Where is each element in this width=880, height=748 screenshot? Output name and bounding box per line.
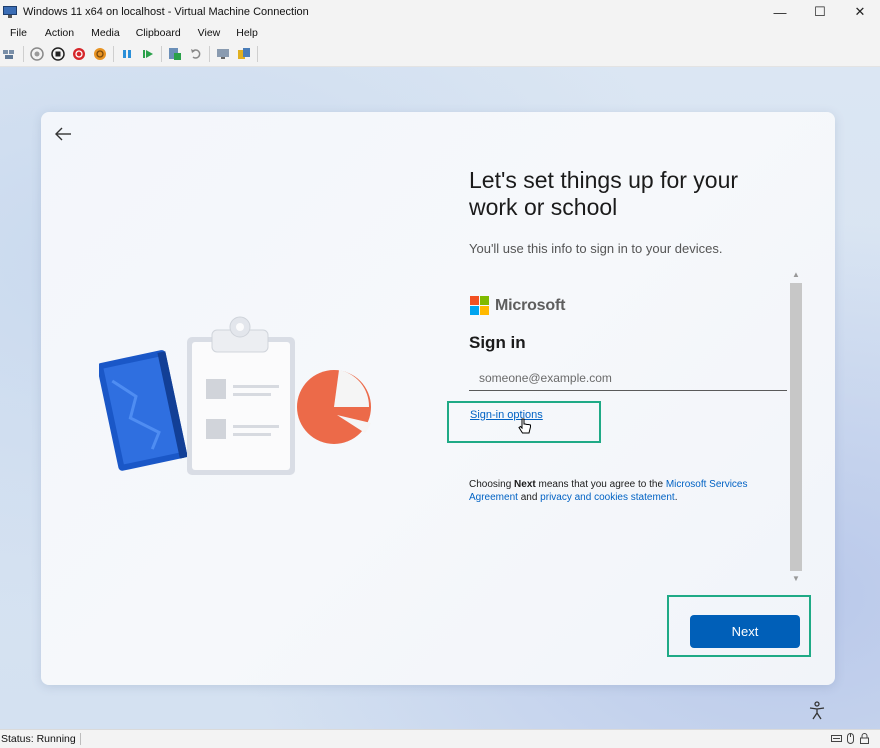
next-button[interactable]: Next	[690, 615, 800, 648]
legal-bold: Next	[514, 479, 536, 490]
legal-and: and	[517, 492, 541, 503]
menu-help[interactable]: Help	[236, 27, 258, 39]
scroll-up-icon[interactable]: ▲	[789, 269, 803, 281]
page-subtitle: You'll use this info to sign in to your …	[469, 241, 723, 256]
maximize-button[interactable]: ☐	[800, 0, 840, 24]
turn-off-icon[interactable]	[50, 46, 66, 62]
setup-illustration	[97, 315, 379, 475]
legal-middle: means that you agree to the	[535, 479, 666, 490]
scrollbar[interactable]: ▲ ▼	[789, 269, 803, 585]
hand-cursor-icon	[518, 418, 532, 436]
legal-text: Choosing Next means that you agree to th…	[469, 478, 779, 504]
enhanced-session-icon[interactable]	[215, 46, 231, 62]
resume-icon[interactable]	[140, 46, 156, 62]
menu-bar: File Action Media Clipboard View Help	[0, 24, 880, 42]
menu-view[interactable]: View	[198, 27, 221, 39]
share-icon[interactable]	[236, 46, 252, 62]
toolbar-separator	[23, 46, 24, 62]
vm-display[interactable]: Let's set things up for your work or sch…	[0, 67, 880, 729]
toolbar-separator	[161, 46, 162, 62]
microsoft-brand-text: Microsoft	[495, 297, 566, 314]
checkpoint-icon[interactable]	[167, 46, 183, 62]
keyboard-icon	[831, 733, 842, 744]
microsoft-logo: Microsoft	[470, 296, 565, 316]
shut-down-icon[interactable]	[71, 46, 87, 62]
pause-icon[interactable]	[119, 46, 135, 62]
save-icon[interactable]	[92, 46, 108, 62]
menu-action[interactable]: Action	[45, 27, 74, 39]
minimize-button[interactable]: —	[760, 0, 800, 24]
scroll-down-icon[interactable]: ▼	[789, 573, 803, 585]
back-arrow-icon[interactable]	[53, 124, 73, 144]
oobe-card: Let's set things up for your work or sch…	[41, 112, 835, 685]
close-button[interactable]: ✕	[840, 0, 880, 24]
legal-prefix: Choosing	[469, 479, 515, 490]
window-title: Windows 11 x64 on localhost - Virtual Ma…	[23, 6, 309, 18]
revert-icon[interactable]	[188, 46, 204, 62]
ctrl-alt-del-icon[interactable]	[2, 46, 18, 62]
email-field[interactable]	[469, 365, 787, 391]
menu-file[interactable]: File	[10, 27, 27, 39]
vm-connection-icon	[3, 6, 17, 18]
status-bar: Status: Running	[0, 729, 880, 748]
toolbar-separator	[209, 46, 210, 62]
start-icon[interactable]	[29, 46, 45, 62]
mouse-icon	[845, 733, 856, 744]
status-icons	[828, 733, 870, 744]
accessibility-icon[interactable]	[808, 701, 826, 721]
lock-icon	[859, 733, 870, 744]
menu-media[interactable]: Media	[91, 27, 120, 39]
privacy-statement-link[interactable]: privacy and cookies statement	[540, 492, 675, 503]
page-title: Let's set things up for your work or sch…	[469, 167, 739, 220]
toolbar-separator	[113, 46, 114, 62]
toolbar-separator	[257, 46, 258, 62]
microsoft-windows-icon	[470, 296, 490, 316]
scrollbar-thumb[interactable]	[790, 283, 802, 571]
legal-suffix: .	[674, 492, 678, 503]
status-text: Status: Running	[1, 733, 81, 745]
menu-clipboard[interactable]: Clipboard	[136, 27, 181, 39]
toolbar	[0, 42, 880, 67]
title-bar: Windows 11 x64 on localhost - Virtual Ma…	[0, 0, 880, 24]
signin-heading: Sign in	[469, 333, 526, 352]
